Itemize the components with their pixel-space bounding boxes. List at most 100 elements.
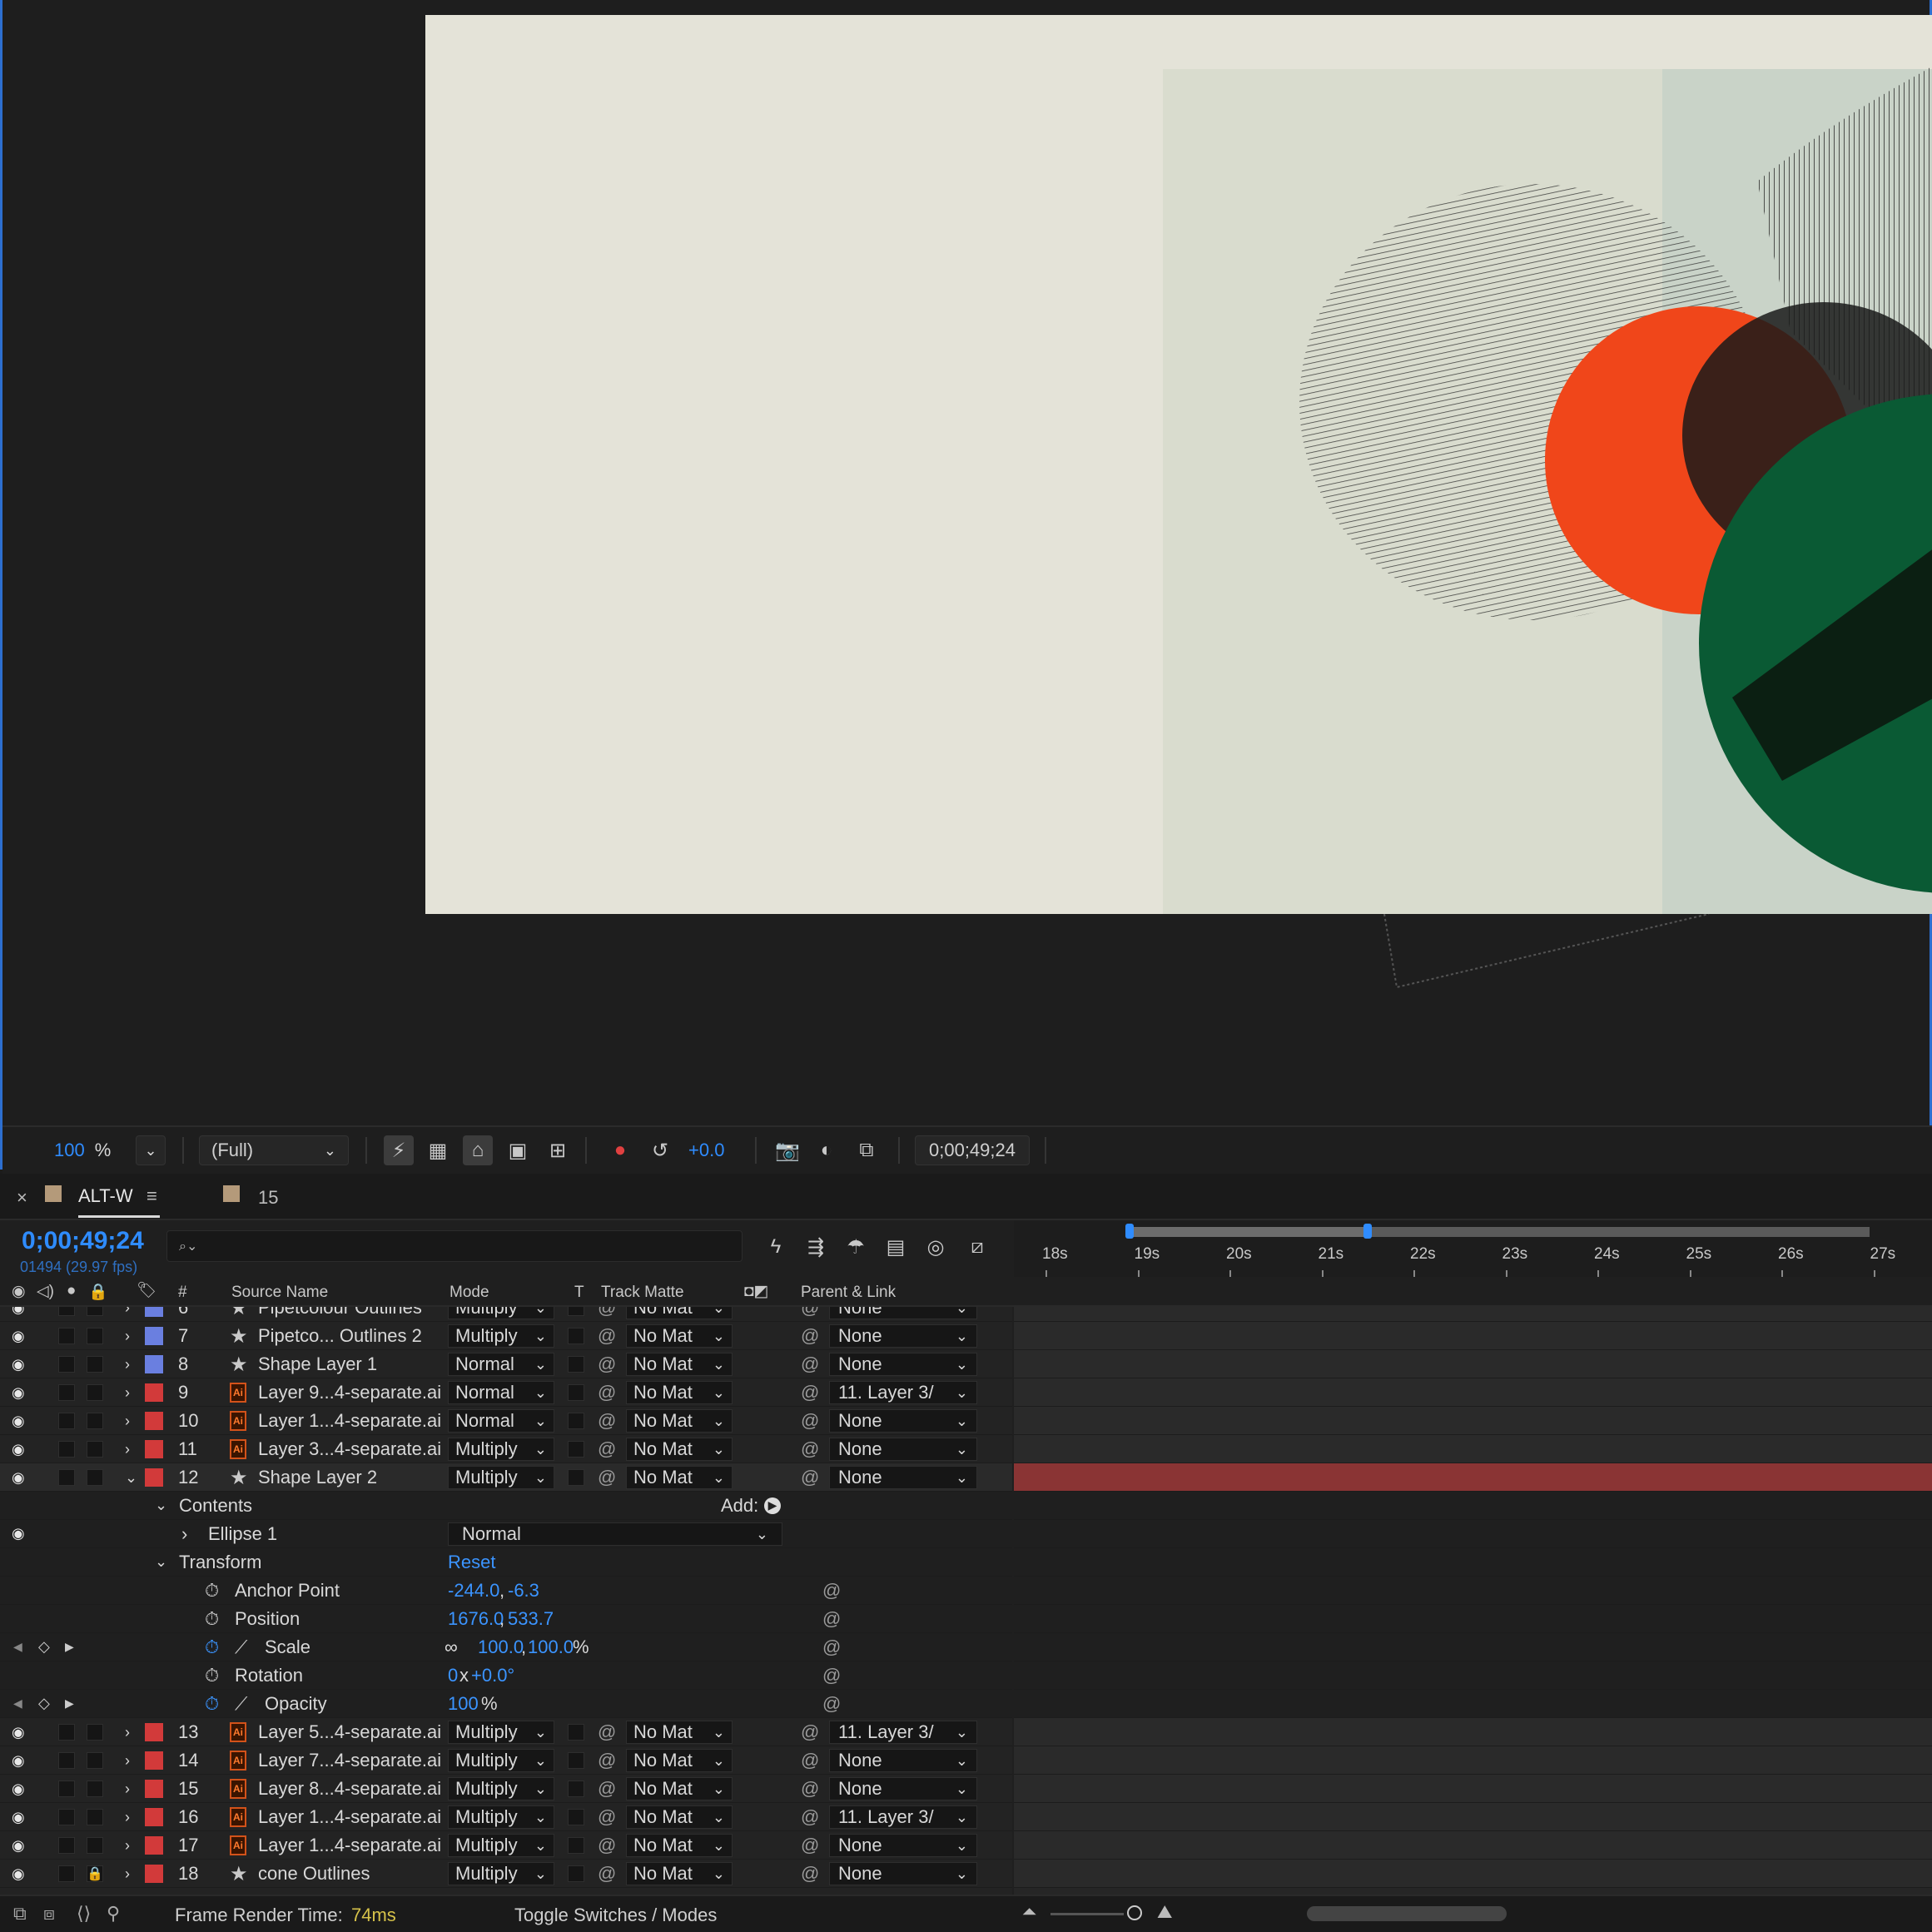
layer-label-color[interactable] [145,1412,163,1430]
parent-pick-whip-icon[interactable]: @ [801,1750,819,1771]
expand-twirl-icon[interactable]: › [125,1384,130,1402]
layer-label-color[interactable] [145,1468,163,1487]
layer-name[interactable]: Pipetco... Outlines 2 [258,1325,422,1347]
layer-name[interactable]: Layer 5...4-separate.ai [258,1721,441,1743]
column-source-name[interactable]: Source Name [231,1284,328,1302]
toggle-switches-modes[interactable]: Toggle Switches / Modes [514,1905,717,1926]
layer-label-color[interactable] [145,1780,163,1798]
preserve-transparency-switch[interactable] [568,1328,584,1344]
layer-track[interactable] [1014,1803,1932,1831]
layer-label-color[interactable] [145,1440,163,1458]
visibility-eye-icon[interactable]: ◉ [12,1781,25,1798]
prev-keyframe-icon[interactable]: ◀ [13,1696,22,1711]
parent-dropdown[interactable]: None ⌄ [829,1438,977,1461]
pick-whip-icon[interactable]: @ [598,1410,616,1432]
parent-pick-whip-icon[interactable]: @ [801,1721,819,1743]
pick-whip-icon[interactable]: @ [598,1382,616,1403]
lock-switch[interactable] [87,1441,103,1458]
expand-twirl-icon[interactable]: › [125,1837,130,1855]
preserve-transparency-switch[interactable] [568,1413,584,1429]
layer-name[interactable]: Layer 1...4-separate.ai [258,1806,441,1828]
lock-switch[interactable] [87,1307,103,1316]
lock-switch[interactable] [87,1724,103,1741]
parent-dropdown[interactable]: 11. Layer 3/ ⌄ [829,1381,977,1404]
blend-mode-dropdown[interactable]: Multiplу ⌄ [448,1777,554,1800]
lock-switch[interactable] [87,1384,103,1401]
viewer-timecode[interactable]: 0;00;49;24 [915,1135,1030,1165]
layer-name[interactable]: Layer 9...4-separate.ai [258,1382,441,1403]
parent-pick-whip-icon[interactable]: @ [801,1438,819,1460]
zoom-value[interactable]: 100 [54,1140,85,1161]
preserve-transparency-switch[interactable] [568,1356,584,1373]
prev-keyframe-icon[interactable]: ◀ [13,1640,22,1654]
blend-mode-dropdown[interactable]: Multiplу ⌄ [448,1721,554,1744]
visibility-eye-icon[interactable]: ◉ [12,1752,25,1770]
layer-track[interactable] [1014,1322,1932,1350]
layer-track[interactable] [1014,1435,1932,1463]
next-keyframe-icon[interactable]: ▶ [65,1696,74,1711]
track-matte-dropdown[interactable]: No Mat ⌄ [626,1749,733,1772]
layer-track[interactable] [1014,1350,1932,1378]
pick-whip-icon[interactable]: @ [822,1665,841,1686]
pick-whip-icon[interactable]: @ [598,1438,616,1460]
preserve-transparency-switch[interactable] [568,1865,584,1882]
solo-switch[interactable] [58,1469,75,1486]
expand-twirl-icon[interactable]: › [125,1441,130,1458]
visibility-eye-icon[interactable]: ◉ [12,1525,25,1542]
parent-dropdown[interactable]: 11. Layer 3/ ⌄ [829,1721,977,1744]
render-icon[interactable]: ⧈ [43,1903,55,1925]
preserve-transparency-switch[interactable] [568,1441,584,1458]
lock-icon[interactable]: 🔒 [87,1865,103,1882]
expand-twirl-icon[interactable]: › [125,1809,130,1826]
eye-column-icon[interactable]: ◉ [12,1282,26,1301]
snapshot-camera-icon[interactable]: 📷 [772,1135,802,1165]
visibility-eye-icon[interactable]: ◉ [12,1356,25,1373]
current-time[interactable]: 0;00;49;24 [22,1227,144,1255]
stopwatch-icon[interactable]: ⏱ [205,1693,219,1715]
blend-mode-dropdown[interactable]: Multiplу ⌄ [448,1307,554,1319]
pick-whip-icon[interactable]: @ [598,1863,616,1885]
parent-dropdown[interactable]: None ⌄ [829,1749,977,1772]
stopwatch-icon[interactable]: ⏱ [205,1665,219,1686]
pick-whip-icon[interactable]: @ [598,1750,616,1771]
lock-switch[interactable] [87,1356,103,1373]
layer-row[interactable]: ◉ › 9 Ai Layer 9...4-separate.ai Normal ⌄ @ No M… [0,1378,1012,1407]
channel-icon[interactable]: ● [605,1135,635,1165]
layer-name[interactable]: Shape Layer 1 [258,1353,377,1375]
zoom-dropdown[interactable]: ⌄ [136,1135,166,1165]
track-matte-dropdown[interactable]: No Mat ⌄ [626,1353,733,1376]
preserve-transparency-switch[interactable] [568,1724,584,1741]
visibility-eye-icon[interactable]: ◉ [12,1469,25,1487]
lock-switch[interactable] [87,1781,103,1797]
visibility-eye-icon[interactable]: ◉ [12,1413,25,1430]
parent-pick-whip-icon[interactable]: @ [801,1467,819,1488]
parent-dropdown[interactable]: None ⌄ [829,1777,977,1800]
zoom-slider-handle[interactable] [1127,1905,1142,1920]
collapse-twirl-icon[interactable]: ⌄ [155,1497,167,1514]
expand-twirl-icon[interactable]: › [125,1413,130,1430]
hide-shy-icon[interactable]: ⇶ [801,1232,831,1262]
preserve-transparency-switch[interactable] [568,1809,584,1825]
constrain-link-icon[interactable]: ∞ [445,1636,458,1658]
pick-whip-icon[interactable]: @ [598,1325,616,1347]
pick-whip-icon[interactable]: @ [822,1693,841,1715]
pick-whip-icon[interactable]: @ [598,1778,616,1800]
motion-icon[interactable]: ⚲ [107,1903,120,1925]
parent-pick-whip-icon[interactable]: @ [801,1835,819,1856]
stopwatch-icon[interactable]: ⏱ [205,1580,219,1602]
track-matte-dropdown[interactable]: No Mat ⌄ [626,1381,733,1404]
blend-mode-dropdown[interactable]: Normal ⌄ [448,1381,554,1404]
parent-dropdown[interactable]: None ⌄ [829,1353,977,1376]
layer-track[interactable] [1014,1718,1932,1746]
tab-alt-w[interactable]: ALT-W [78,1185,133,1207]
position-x[interactable]: 1676.0 [448,1608,504,1630]
blend-mode-dropdown[interactable]: Normal ⌄ [448,1353,554,1376]
resolution-dropdown[interactable]: (Full) ⌄ [199,1135,349,1165]
solo-switch[interactable] [58,1441,75,1458]
layer-track[interactable] [1014,1831,1932,1860]
lock-switch[interactable] [87,1752,103,1769]
track-matte-dropdown[interactable]: No Mat ⌄ [626,1438,733,1461]
pick-whip-icon[interactable]: @ [822,1580,841,1602]
parent-dropdown[interactable]: None ⌄ [829,1834,977,1857]
next-keyframe-icon[interactable]: ▶ [65,1640,74,1654]
